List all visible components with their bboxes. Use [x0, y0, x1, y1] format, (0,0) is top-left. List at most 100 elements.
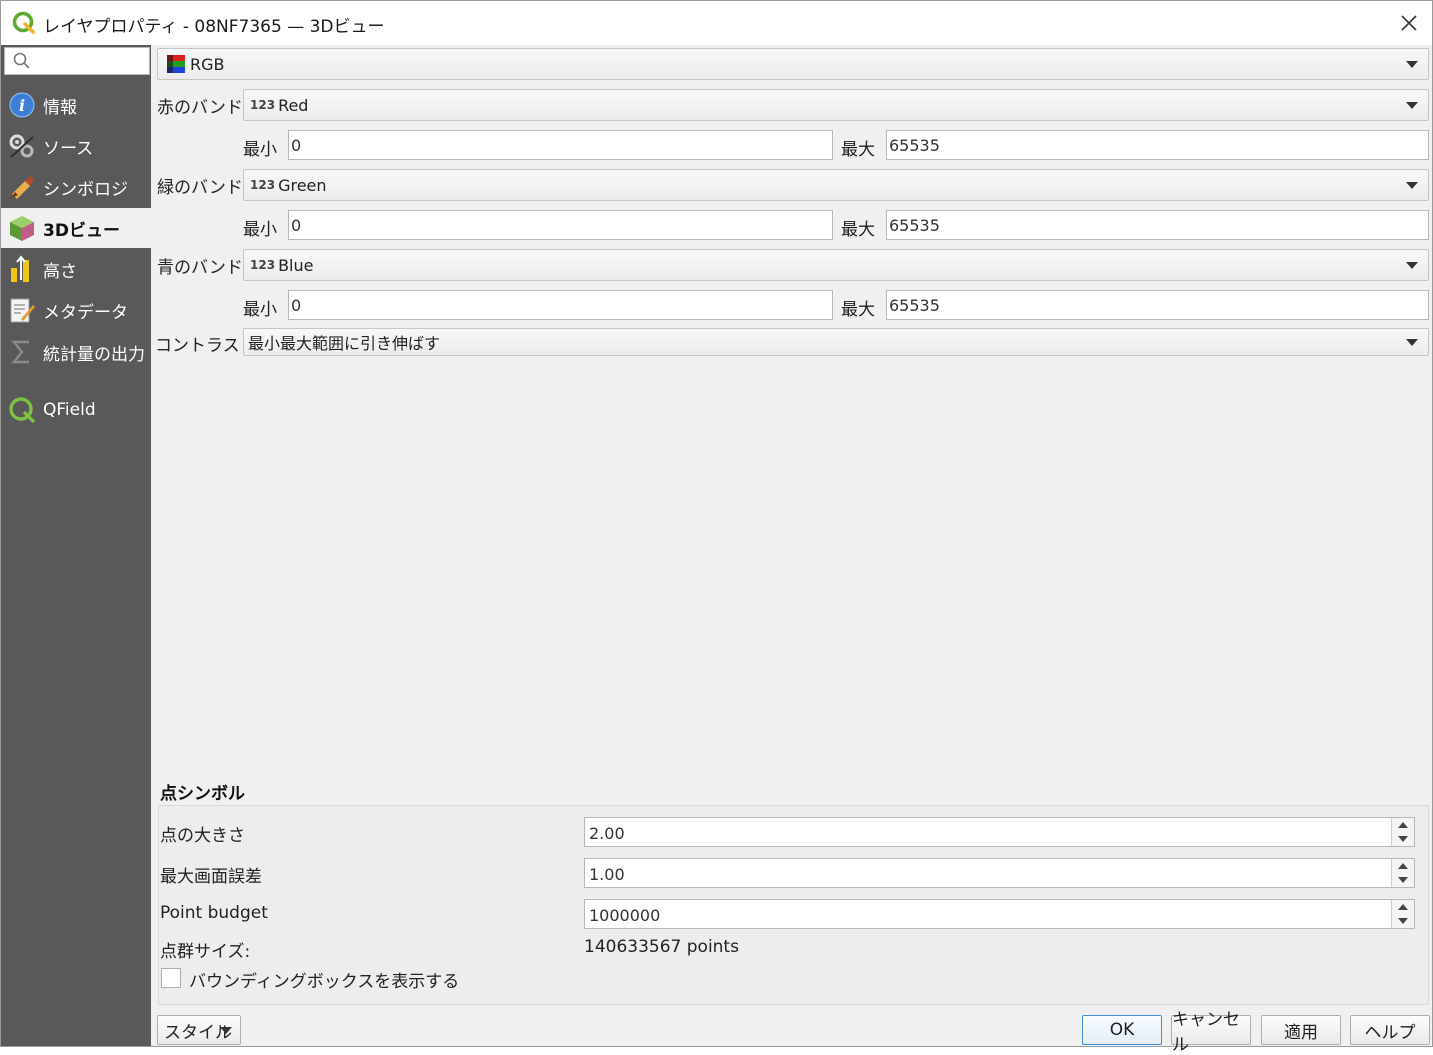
title-bar: レイヤプロパティ - 08NF7365 — 3Dビュー — [1, 1, 1432, 45]
green-band-select[interactable]: 123 Green — [243, 169, 1429, 201]
sidebar-item-label: 統計量の出力 — [43, 344, 145, 365]
sidebar-item-label: 高さ — [43, 261, 77, 282]
red-min-label: 最小 — [243, 140, 277, 160]
chevron-down-icon — [1406, 262, 1418, 269]
blue-min-label: 最小 — [243, 300, 277, 320]
red-min-input[interactable] — [288, 130, 833, 160]
layer-properties-dialog: レイヤプロパティ - 08NF7365 — 3Dビュー i 情報 ソース シンボ… — [0, 0, 1433, 1055]
numeric-band-badge: 123 — [250, 258, 276, 272]
point-size-spinbox[interactable] — [584, 817, 1415, 847]
source-icon — [9, 134, 34, 158]
spin-down-button[interactable] — [1392, 873, 1414, 887]
help-button[interactable]: ヘルプ — [1350, 1015, 1430, 1045]
close-button[interactable] — [1386, 1, 1432, 45]
sidebar-item-symbology[interactable]: シンボロジ — [1, 167, 151, 207]
blue-band-select[interactable]: 123 Blue — [243, 249, 1429, 281]
qfield-icon — [9, 397, 35, 423]
bounding-box-checkbox-label: バウンディングボックスを表示する — [189, 972, 460, 992]
spin-down-button[interactable] — [1392, 832, 1414, 846]
sidebar-item-label: 情報 — [43, 97, 77, 118]
blue-max-label: 最大 — [841, 300, 875, 320]
sidebar-item-source[interactable]: ソース — [1, 126, 151, 166]
sidebar-item-metadata[interactable]: メタデータ — [1, 290, 151, 330]
statistics-icon — [11, 340, 29, 364]
arrow-down-icon — [1398, 877, 1408, 883]
numeric-band-badge: 123 — [250, 178, 276, 192]
spin-buttons — [1391, 818, 1414, 846]
sidebar-item-statistics[interactable]: 統計量の出力 — [1, 332, 151, 372]
blue-band-label: 青のバンド — [157, 258, 243, 278]
point-budget-input[interactable] — [587, 902, 1381, 928]
blue-max-input[interactable] — [886, 290, 1429, 320]
red-band-label: 赤のバンド — [157, 98, 243, 118]
red-band-select[interactable]: 123 Red — [243, 89, 1429, 121]
spin-up-button[interactable] — [1392, 818, 1414, 832]
renderer-type-select[interactable]: RGB — [157, 48, 1429, 80]
renderer-type-value: RGB — [190, 54, 225, 74]
point-size-input[interactable] — [587, 820, 1381, 846]
elevation-icon — [11, 255, 29, 282]
spin-buttons — [1391, 859, 1414, 887]
green-min-input[interactable] — [288, 210, 833, 240]
contrast-label: コントラスト — [155, 336, 257, 356]
spin-up-button[interactable] — [1392, 900, 1414, 914]
3d-view-icon — [10, 216, 34, 241]
style-menu-button[interactable]: スタイル — [157, 1015, 241, 1045]
sidebar-item-label: QField — [43, 400, 96, 420]
max-screen-error-input[interactable] — [587, 861, 1381, 887]
arrow-up-icon — [1398, 822, 1408, 828]
arrow-up-icon — [1398, 863, 1408, 869]
search-box[interactable] — [4, 47, 150, 75]
green-min-label: 最小 — [243, 220, 277, 240]
chevron-down-icon — [1406, 339, 1418, 346]
sidebar-item-label: ソース — [43, 138, 94, 159]
sidebar-item-elevation[interactable]: 高さ — [1, 249, 151, 289]
info-icon: i — [9, 92, 35, 118]
contrast-enhancement-select[interactable]: 最小最大範囲に引き伸ばす — [243, 328, 1429, 356]
max-screen-error-spinbox[interactable] — [584, 858, 1415, 888]
numeric-band-badge: 123 — [250, 98, 276, 112]
arrow-down-icon — [1398, 836, 1408, 842]
rgb-icon — [167, 55, 185, 73]
sidebar-item-label: シンボロジ — [43, 179, 128, 200]
point-symbol-section-title: 点シンボル — [160, 784, 245, 804]
sidebar-item-3d-view[interactable]: 3Dビュー — [1, 208, 151, 248]
green-max-input[interactable] — [886, 210, 1429, 240]
svg-text:i: i — [19, 96, 25, 115]
show-bounding-box-checkbox[interactable] — [161, 968, 181, 988]
search-icon — [13, 52, 30, 69]
apply-button[interactable]: 適用 — [1261, 1015, 1341, 1045]
spin-up-button[interactable] — [1392, 859, 1414, 873]
cancel-button[interactable]: キャンセル — [1171, 1010, 1251, 1055]
point-budget-label: Point budget — [160, 903, 268, 923]
chevron-down-icon — [1406, 102, 1418, 109]
main-panel: RGB 赤のバンド 123 Red 最小 最大 緑のバンド 123 Green … — [151, 45, 1432, 1046]
chevron-down-icon — [1406, 61, 1418, 68]
window-title: レイヤプロパティ - 08NF7365 — 3Dビュー — [43, 17, 385, 37]
blue-min-input[interactable] — [288, 290, 833, 320]
max-screen-error-label: 最大画面誤差 — [160, 867, 262, 887]
contrast-enhancement-value: 最小最大範囲に引き伸ばす — [248, 334, 441, 353]
search-input[interactable] — [35, 50, 149, 74]
spin-down-button[interactable] — [1392, 914, 1414, 928]
arrow-down-icon — [1398, 918, 1408, 924]
symbology-icon — [10, 176, 34, 199]
red-band-value: Red — [278, 95, 309, 115]
blue-band-value: Blue — [278, 255, 314, 275]
close-icon — [1401, 15, 1417, 31]
sidebar-item-info[interactable]: i 情報 — [1, 85, 151, 125]
spin-buttons — [1391, 900, 1414, 928]
sidebar-item-qfield[interactable]: QField — [1, 390, 151, 430]
point-cloud-size-label: 点群サイズ: — [160, 942, 251, 962]
chevron-down-icon — [1406, 182, 1418, 189]
point-budget-spinbox[interactable] — [584, 899, 1415, 929]
ok-button[interactable]: OK — [1082, 1015, 1162, 1045]
point-size-label: 点の大きさ — [160, 826, 245, 846]
sidebar-item-label: 3Dビュー — [43, 220, 120, 241]
sidebar: i 情報 ソース シンボロジ 3Dビュー 高さ メタデータ 統計量の出力 QFi… — [1, 45, 151, 1046]
arrow-up-icon — [1398, 904, 1408, 910]
red-max-input[interactable] — [886, 130, 1429, 160]
chevron-down-icon — [220, 1027, 232, 1034]
sidebar-item-label: メタデータ — [43, 302, 128, 323]
green-band-value: Green — [278, 175, 327, 195]
